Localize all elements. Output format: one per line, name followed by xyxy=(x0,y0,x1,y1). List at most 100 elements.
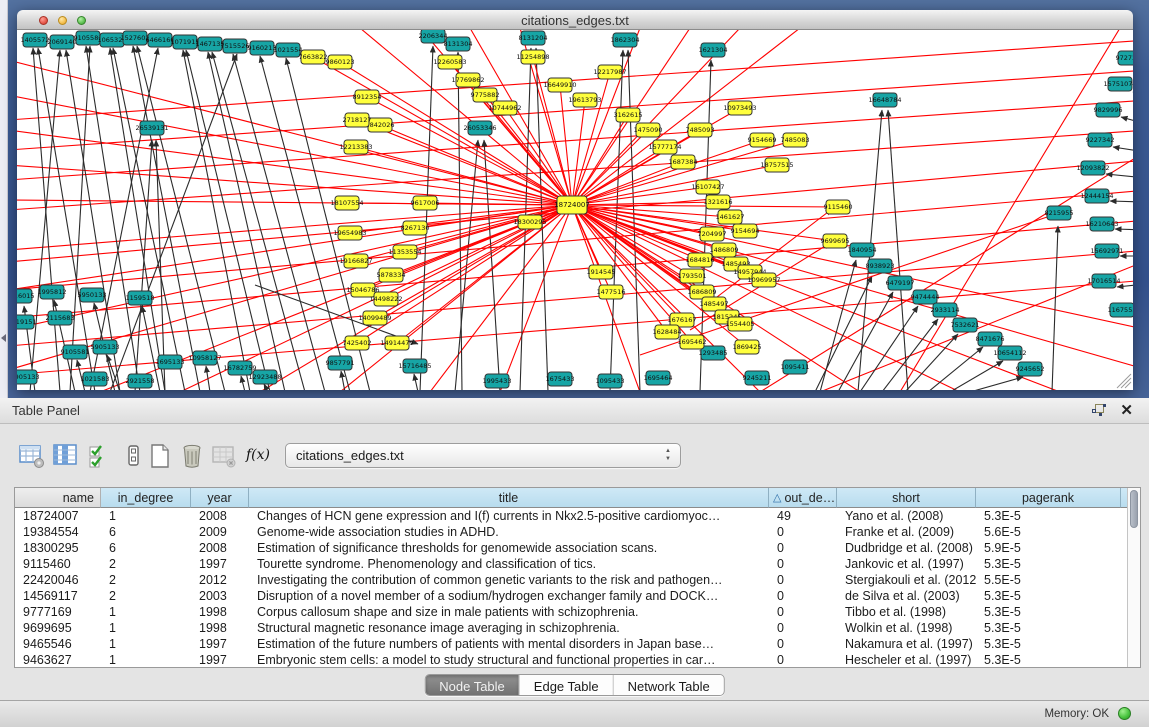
cell-title[interactable]: Disruption of a novel member of a sodium… xyxy=(249,588,769,604)
table-row[interactable]: 969969511998Structural magnetic resonanc… xyxy=(15,620,1127,636)
cell-name[interactable]: 9463627 xyxy=(15,652,101,668)
network-canvas[interactable]: 1405572206914091055821065328152760264661… xyxy=(17,30,1133,390)
graph-edge[interactable] xyxy=(133,46,200,390)
tab-edge-table[interactable]: Edge Table xyxy=(520,675,614,696)
row-selection-icon[interactable] xyxy=(86,442,114,470)
graph-edge[interactable] xyxy=(1110,201,1133,202)
cell-in_degree[interactable]: 2 xyxy=(101,588,191,604)
graph-node[interactable]: 15716485 xyxy=(398,359,431,373)
graph-node[interactable]: 2069140 xyxy=(48,35,77,49)
cell-pagerank[interactable]: 5.3E-5 xyxy=(976,588,1121,604)
graph-edge[interactable] xyxy=(900,30,1120,390)
cell-out_de[interactable]: 0 xyxy=(769,540,837,556)
table-row[interactable]: 1456911722003Disruption of a novel membe… xyxy=(15,588,1127,604)
graph-node[interactable]: 9860123 xyxy=(326,55,355,69)
graph-edge[interactable] xyxy=(928,347,983,390)
graph-node[interactable]: 1461627 xyxy=(716,210,745,224)
graph-edge[interactable] xyxy=(628,50,640,390)
graph-edge[interactable] xyxy=(17,130,572,205)
graph-node[interactable]: 19613793 xyxy=(568,93,601,107)
cell-year[interactable]: 1997 xyxy=(191,636,249,652)
rows-icon[interactable] xyxy=(120,442,148,470)
graph-node[interactable]: 11353554 xyxy=(388,245,421,259)
graph-node[interactable]: 7663822 xyxy=(299,50,328,64)
graph-edge[interactable] xyxy=(882,319,938,390)
graph-node[interactable]: 26053346 xyxy=(463,121,496,135)
graph-edge[interactable] xyxy=(1113,147,1133,152)
column-header-in_degree[interactable]: in_degree xyxy=(101,488,191,508)
cell-pagerank[interactable]: 5.3E-5 xyxy=(976,604,1121,620)
cell-title[interactable]: Corpus callosum shape and size in male p… xyxy=(249,604,769,620)
table-options-icon[interactable] xyxy=(18,442,46,470)
cell-title[interactable]: Embryonic stem cells: a model to study s… xyxy=(249,652,769,668)
cell-year[interactable]: 2008 xyxy=(191,508,249,524)
graph-node[interactable]: 18107554 xyxy=(330,196,363,210)
graph-node[interactable]: 1621304 xyxy=(699,43,728,57)
table-row[interactable]: 946554611997Estimation of the future num… xyxy=(15,636,1127,652)
graph-edge[interactable] xyxy=(183,50,250,390)
cell-out_de[interactable]: 0 xyxy=(769,524,837,540)
cell-name[interactable]: 9777169 xyxy=(15,604,101,620)
graph-node[interactable]: 1793501 xyxy=(678,269,707,283)
cell-title[interactable]: Structural magnetic resonance image aver… xyxy=(249,620,769,636)
graph-node[interactable]: 12260583 xyxy=(433,55,466,69)
cell-pagerank[interactable]: 5.3E-5 xyxy=(976,636,1121,652)
cell-in_degree[interactable]: 1 xyxy=(101,508,191,524)
cell-in_degree[interactable]: 2 xyxy=(101,572,191,588)
delete-table-icon[interactable] xyxy=(178,442,206,470)
graph-node[interactable]: 2933114 xyxy=(931,303,960,317)
graph-node[interactable]: 12213383 xyxy=(339,140,372,154)
graph-node[interactable]: 10958127 xyxy=(188,351,221,365)
graph-edge[interactable] xyxy=(137,46,225,390)
left-panel-splitter[interactable] xyxy=(0,0,8,398)
cell-name[interactable]: 19384554 xyxy=(15,524,101,540)
canvas-resize-grip[interactable] xyxy=(1117,374,1131,388)
graph-node[interactable]: 10744962 xyxy=(488,101,521,115)
graph-node[interactable]: 16648784 xyxy=(868,93,901,107)
graph-node[interactable]: 18300295 xyxy=(513,215,546,229)
graph-node[interactable]: 1475090 xyxy=(634,123,663,137)
cell-name[interactable]: 18300295 xyxy=(15,540,101,556)
cell-in_degree[interactable]: 1 xyxy=(101,604,191,620)
graph-node[interactable]: 1695133 xyxy=(156,355,185,369)
cell-name[interactable]: 9115460 xyxy=(15,556,101,572)
column-header-name[interactable]: name xyxy=(15,488,101,508)
cell-title[interactable]: Genome-wide association studies in ADHD. xyxy=(249,524,769,540)
graph-node[interactable]: 1862304 xyxy=(611,33,640,47)
graph-node[interactable]: 9245211 xyxy=(743,371,772,385)
graph-node[interactable]: 7485093 xyxy=(686,123,715,137)
graph-node[interactable]: 7532621 xyxy=(951,318,980,332)
table-row[interactable]: 1830029562008Estimation of significance … xyxy=(15,540,1127,556)
cell-short[interactable]: de Silva et al. (2003) xyxy=(837,588,976,604)
cell-name[interactable]: 9699695 xyxy=(15,620,101,636)
cell-pagerank[interactable]: 5.3E-5 xyxy=(976,508,1121,524)
graph-node[interactable]: 12093822 xyxy=(1076,161,1109,175)
column-header-pagerank[interactable]: pagerank xyxy=(976,488,1121,508)
graph-node[interactable]: 7485083 xyxy=(781,133,810,147)
table-row[interactable]: 1938455462009Genome-wide association stu… xyxy=(15,524,1127,540)
cell-short[interactable]: Nakamura et al. (1997) xyxy=(837,636,976,652)
graph-node[interactable]: 1477516 xyxy=(597,285,626,299)
graph-node[interactable]: 1021583 xyxy=(81,372,110,386)
graph-node[interactable]: 26539131 xyxy=(135,121,168,135)
table-selector-combobox[interactable]: citations_edges.txt ▲▼ xyxy=(285,443,681,468)
cell-year[interactable]: 2009 xyxy=(191,524,249,540)
graph-node[interactable]: 14498222 xyxy=(369,292,402,306)
graph-node[interactable]: 1905133 xyxy=(17,370,39,384)
column-header-title[interactable]: title xyxy=(249,488,769,508)
cell-short[interactable]: Hescheler et al. (1997) xyxy=(837,652,976,668)
graph-node[interactable]: 1485497 xyxy=(700,297,729,311)
graph-edge[interactable] xyxy=(760,150,1133,390)
graph-node[interactable]: 9105581 xyxy=(61,345,90,359)
graph-node[interactable]: 14914479 xyxy=(380,336,413,350)
graph-node[interactable]: 1914545 xyxy=(587,265,616,279)
graph-node[interactable]: 9160213 xyxy=(248,41,277,55)
graph-node[interactable]: 8471676 xyxy=(976,332,1005,346)
graph-node[interactable]: 16649910 xyxy=(543,78,576,92)
graph-node[interactable]: 9227342 xyxy=(1086,133,1115,147)
close-icon[interactable]: ✕ xyxy=(1120,401,1133,419)
graph-node[interactable]: 18757515 xyxy=(760,158,793,172)
cell-name[interactable]: 18724007 xyxy=(15,508,101,524)
column-header-short[interactable]: short xyxy=(837,488,976,508)
panel-collapse-arrow-icon[interactable] xyxy=(1,334,6,342)
